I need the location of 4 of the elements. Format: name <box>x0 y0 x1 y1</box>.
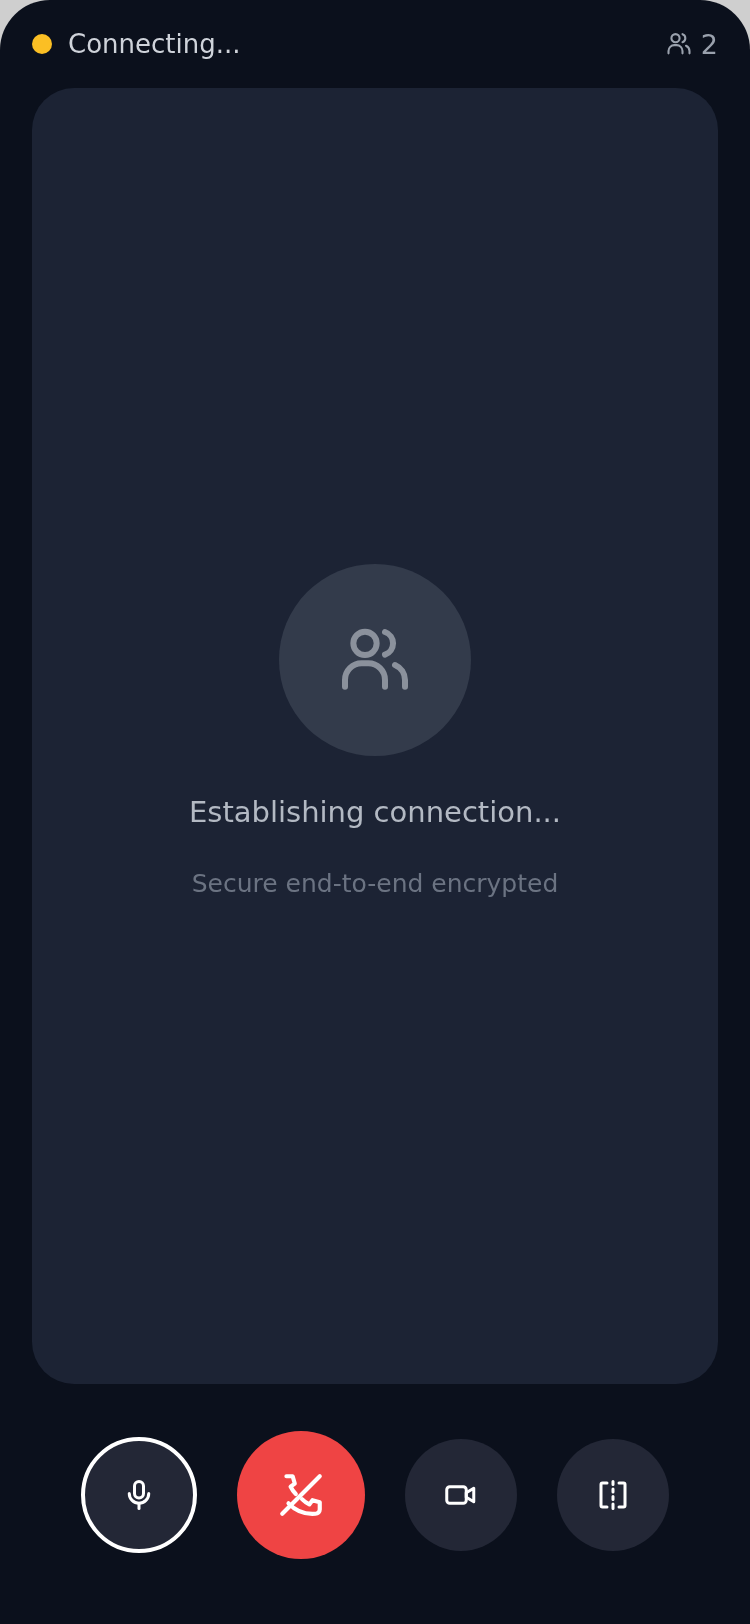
encryption-note: Secure end-to-end encrypted <box>191 868 559 900</box>
connection-status: Connecting... <box>68 29 241 59</box>
connection-message: Establishing connection... <box>188 794 562 830</box>
participant-count: 2 <box>700 28 718 60</box>
